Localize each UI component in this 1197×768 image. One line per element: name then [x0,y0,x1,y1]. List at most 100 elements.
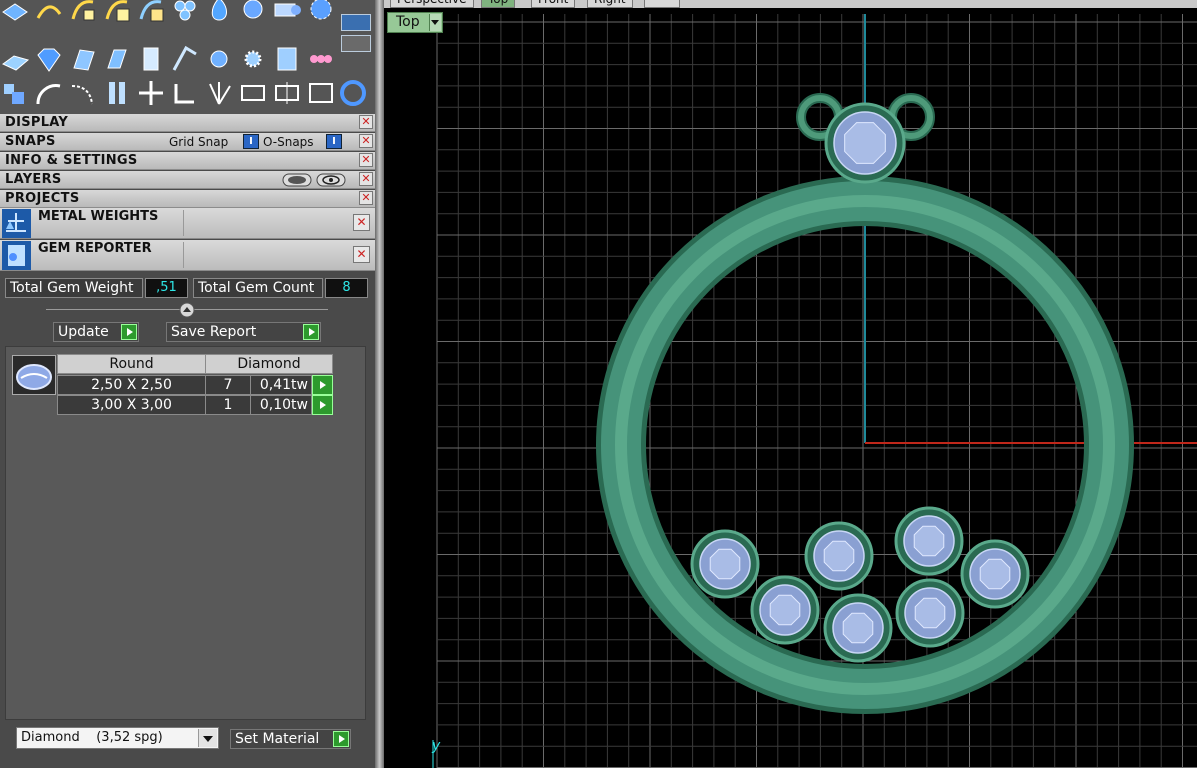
scatter-icon[interactable] [204,78,234,108]
rail-grid-icon[interactable] [102,0,132,24]
gem-reporter-panel[interactable]: GEM REPORTER ✕ [0,240,375,271]
grid-snap-toggle[interactable]: I [243,134,259,149]
tab-extra[interactable] [644,0,680,8]
gear-gem-icon[interactable] [306,0,336,24]
close-projects-icon[interactable]: ✕ [359,191,373,205]
section-snaps[interactable]: SNAPS Grid Snap I O-Snaps I ✕ [0,133,375,151]
gem-setting [750,575,820,645]
metal-weights-panel[interactable]: METAL WEIGHTS ✕ [0,208,375,239]
section-display-title: DISPLAY [5,115,69,130]
toolbar-toggle-2[interactable] [341,35,371,52]
section-display[interactable]: DISPLAY ✕ [0,114,375,132]
left-panel: DISPLAY ✕ SNAPS Grid Snap I O-Snaps I ✕ … [0,0,375,768]
eye-icon[interactable] [316,173,346,187]
close-gem-reporter-icon[interactable]: ✕ [353,246,370,263]
close-metal-weights-icon[interactable]: ✕ [353,214,370,231]
gem-table-facet [844,122,886,164]
toolbar-toggle-1[interactable] [341,14,371,31]
gem-weight-cell: 0,10tw [250,395,312,415]
gem-shape-header: Round [57,354,206,374]
tab-perspective[interactable]: Perspective [390,0,474,8]
tool-palette [0,0,375,114]
set-material-label: Set Material [235,731,320,747]
row-go-icon[interactable] [312,375,333,395]
total-gem-count-label: Total Gem Count [193,278,323,298]
rotate-icon[interactable] [170,78,200,108]
mirror-icon[interactable] [102,78,132,108]
row-go-icon[interactable] [312,395,333,415]
viewport-canvas[interactable] [384,0,1197,768]
link-icon[interactable] [238,78,268,108]
cutter-icon[interactable] [272,0,302,24]
page-icon[interactable] [136,44,166,74]
gem-setting [960,539,1030,609]
view-name-label: Top [396,14,420,30]
gem-weight-cell: 0,41tw [250,375,312,395]
surface-tool-icon[interactable] [0,0,30,24]
chevron-down-icon[interactable] [429,14,441,31]
drop-tool-icon[interactable] [204,0,234,24]
material-select-value: Diamond (3,52 spg) [21,730,163,745]
pave-tool-icon[interactable] [170,0,200,24]
diamond-icon[interactable] [34,44,64,74]
report-slider-handle[interactable] [179,302,195,318]
close-layers-icon[interactable]: ✕ [359,172,373,186]
boolean-icon[interactable] [0,78,30,108]
view-tabs: Perspective Top Front Right [384,0,1197,8]
total-gem-weight-value: ,51 [145,278,188,298]
view-name-dropdown[interactable]: Top [387,12,443,33]
gem-cluster-icon[interactable] [238,0,268,24]
rail-add-icon[interactable] [68,0,98,24]
close-display-icon[interactable]: ✕ [359,115,373,129]
gem-size-cell: 2,50 X 2,50 [57,375,206,395]
section-layers[interactable]: LAYERS ✕ [0,171,375,189]
gem-size-cell: 3,00 X 3,00 [57,395,206,415]
split-icon[interactable] [272,78,302,108]
tab-front[interactable]: Front [531,0,576,8]
gem-setting [804,521,874,591]
update-label: Update [58,324,109,340]
arc-icon[interactable] [34,78,64,108]
extrude-icon[interactable] [102,44,132,74]
set-material-button[interactable]: Set Material [230,729,351,749]
gem-setting [824,102,906,184]
gem-table-facet [709,548,741,580]
rail-square-icon[interactable] [136,0,166,24]
layer-shape-icon[interactable] [282,173,312,187]
tab-top[interactable]: Top [481,0,516,8]
offset-icon[interactable] [68,78,98,108]
close-info-icon[interactable]: ✕ [359,153,373,167]
close-snaps-icon[interactable]: ✕ [359,134,373,148]
section-projects[interactable]: PROJECTS ✕ [0,190,375,208]
cut-icon[interactable] [306,78,336,108]
section-layers-title: LAYERS [5,172,62,187]
ring-icon[interactable] [338,78,368,108]
sweep-icon[interactable] [170,44,200,74]
bend-icon[interactable] [204,44,234,74]
chevron-down-icon[interactable] [198,729,217,747]
section-info-settings[interactable]: INFO & SETTINGS ✕ [0,152,375,170]
loft-icon[interactable] [68,44,98,74]
gem-setting [823,593,893,663]
curve-tool-icon[interactable] [34,0,64,24]
move-icon[interactable] [136,78,166,108]
layer-icon[interactable] [0,44,30,74]
panel-divider [183,242,184,268]
save-report-button[interactable]: Save Report [166,322,321,342]
save-report-go-icon [303,324,319,340]
material-select[interactable]: Diamond (3,52 spg) [16,727,219,749]
tab-right[interactable]: Right [587,0,633,8]
sun-gem-icon[interactable] [238,44,268,74]
report-icon[interactable] [272,44,302,74]
section-snaps-title: SNAPS [5,134,56,149]
panel-splitter[interactable] [375,0,384,768]
prong-icon[interactable] [306,44,336,74]
top-viewport[interactable]: Perspective Top Front Right Top y [384,0,1197,768]
gem-setting [895,578,965,648]
round-gem-thumbnail-icon[interactable] [12,355,56,395]
o-snaps-toggle[interactable]: I [326,134,342,149]
gem-table-facet [913,525,945,557]
section-info-title: INFO & SETTINGS [5,153,138,168]
update-button[interactable]: Update [53,322,139,342]
gem-report-icon [2,241,31,270]
